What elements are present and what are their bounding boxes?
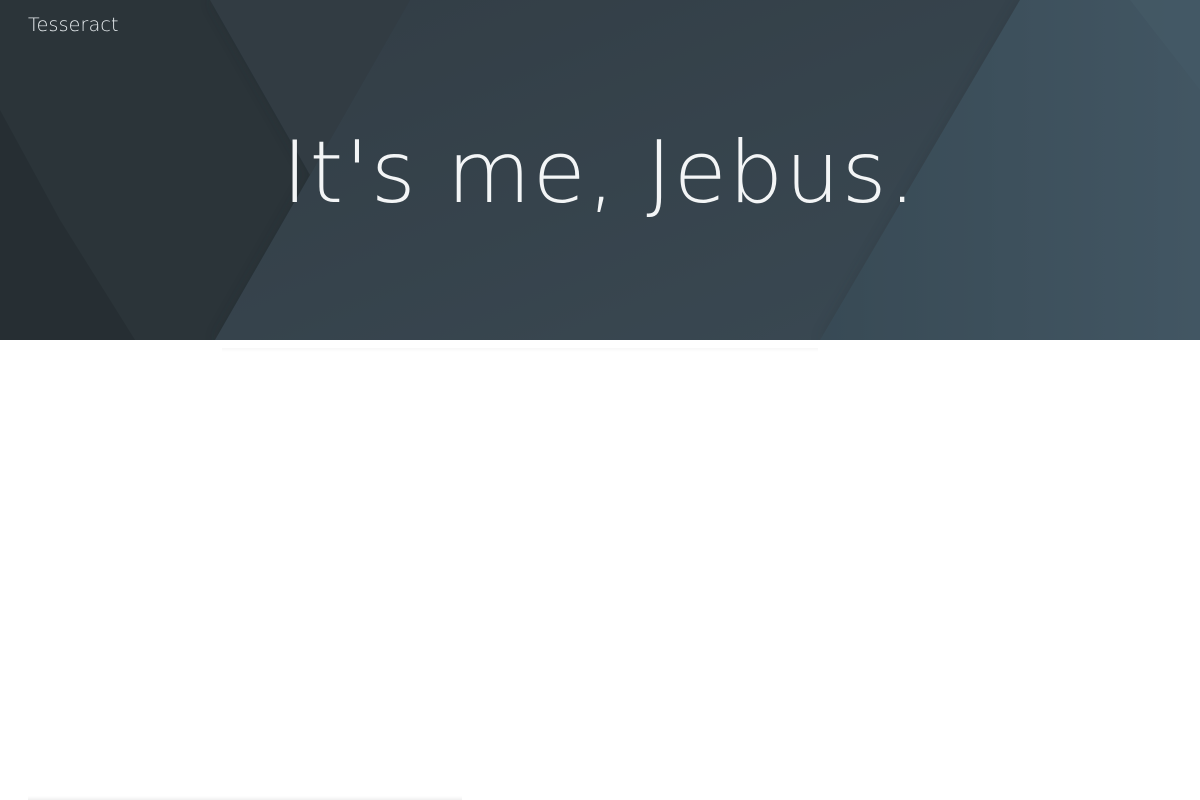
hero-banner: Tesseract It's me, Jebus. bbox=[0, 0, 1200, 340]
hero-headline: It's me, Jebus. bbox=[282, 123, 918, 223]
main-content bbox=[0, 340, 1200, 800]
content-divider-shadow bbox=[222, 348, 818, 352]
content-bottom-edge bbox=[28, 796, 462, 800]
brand-logo-link[interactable]: Tesseract bbox=[28, 14, 119, 36]
page: Tesseract It's me, Jebus. bbox=[0, 0, 1200, 800]
